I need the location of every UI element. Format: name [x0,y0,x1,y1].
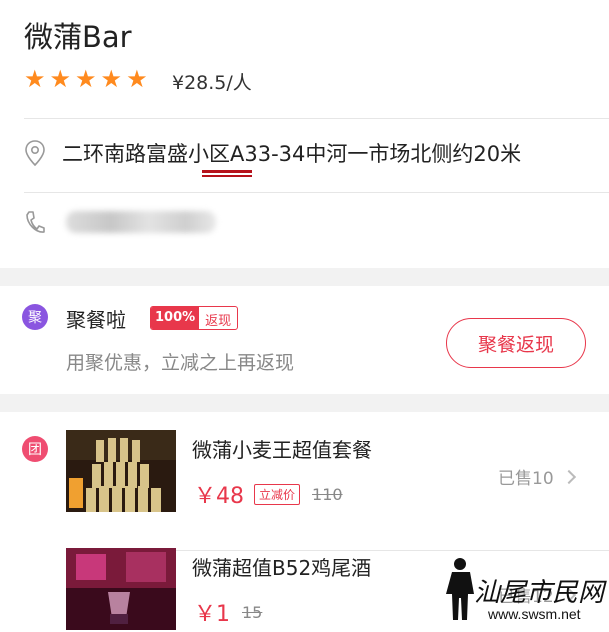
original-price: 110 [312,484,343,504]
address-text: 二环南路富盛小区A33-34中河一市场北侧约20米 [62,142,522,166]
item-price: ￥48 [194,484,244,509]
location-pin-icon [25,140,45,167]
divider [24,192,609,193]
deal-title: 聚餐啦 [66,308,126,332]
price-row: ￥48 立减价 110 [194,478,343,510]
deal-subtitle: 用聚优惠，立减之上再返现 [66,352,295,374]
rating-stars: ★ ★ ★ ★ ★ [24,66,148,92]
cashback-label: 返现 [205,314,232,329]
sold-count: 已售10 [498,464,576,489]
item-price: ￥1 [194,602,230,627]
group-dining-deal: 聚 聚餐啦 100% 返现 用聚优惠，立减之上再返现 聚餐返现 [0,286,609,394]
cashback-percent: 100% [151,307,200,329]
phone-row[interactable] [24,210,216,234]
sold-text: 已售10 [498,469,554,489]
phone-number-blurred [66,211,216,233]
list-item[interactable]: 微蒲小麦王超值套餐 ￥48 立减价 110 已售10 [0,430,609,551]
star-icon: ★ [75,65,97,93]
annotation-underline [202,170,252,173]
star-icon: ★ [49,65,72,93]
watermark-url: www.swsm.net [488,606,581,622]
beer-package-image [66,430,176,512]
original-price: 15 [242,602,263,622]
deal-badge-icon: 聚 [22,304,48,330]
group-cashback-button[interactable]: 聚餐返现 [446,318,586,368]
price-row: ￥1 15 [194,596,262,628]
star-icon: ★ [100,65,123,93]
cashback-badge: 100% 返现 [150,306,239,330]
site-watermark: 汕尾市民网 www.swsm.net [440,556,605,628]
star-icon: ★ [24,65,46,93]
cocktail-image [66,548,176,630]
shop-header: 微蒲Bar ★ ★ ★ ★ ★ ¥28.5/人 二环南路富盛小区A33-34中河… [0,0,609,268]
divider [24,118,609,119]
star-icon: ★ [126,65,148,93]
watermark-text: 汕尾市民网 [474,578,605,608]
shop-name: 微蒲Bar [24,20,132,54]
phone-icon [26,211,45,233]
discount-tag: 立减价 [254,483,301,505]
item-title: 微蒲小麦王超值套餐 [192,438,372,462]
price-per-person: ¥28.5/人 [172,72,252,94]
address-row[interactable]: 二环南路富盛小区A33-34中河一市场北侧约20米 [24,138,599,168]
item-title: 微蒲超值B52鸡尾酒 [192,556,372,580]
chevron-right-icon [561,469,576,484]
annotation-underline [202,175,252,177]
